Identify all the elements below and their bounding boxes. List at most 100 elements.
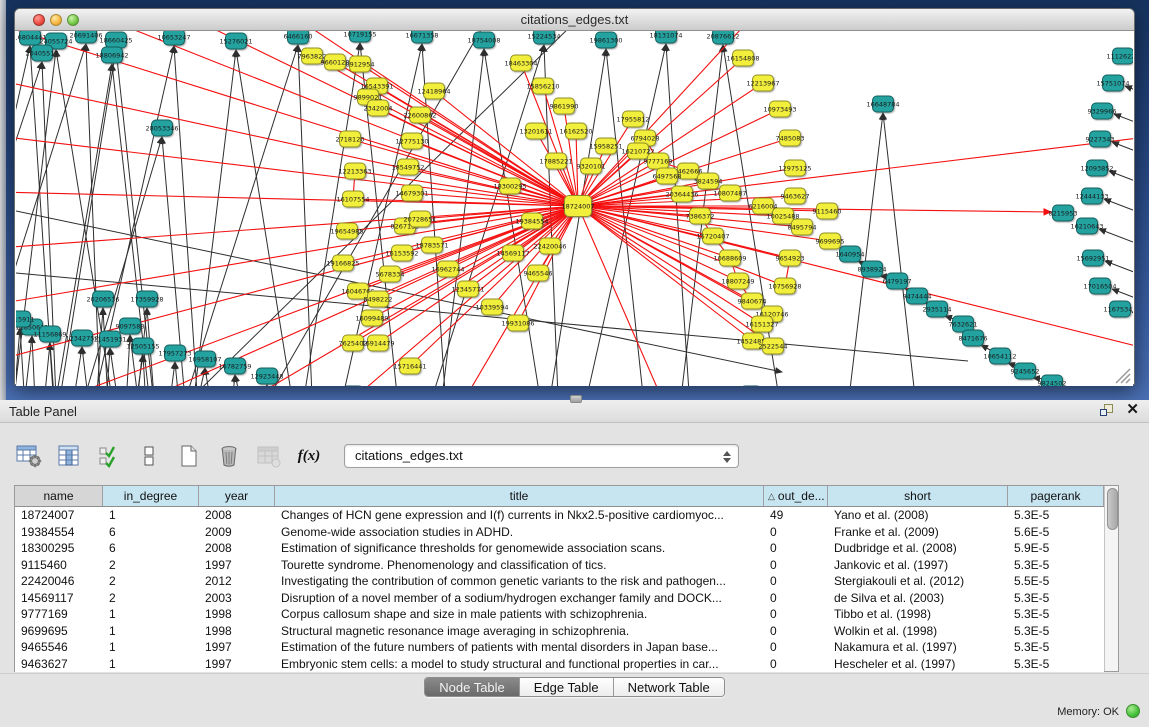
column-header-title[interactable]: title	[275, 486, 764, 506]
cell[interactable]: Jankovic et al. (1997)	[828, 557, 1008, 574]
graph-node[interactable]: 2522544	[759, 338, 788, 354]
cell[interactable]: 0	[764, 540, 828, 557]
graph-node[interactable]: 9777169	[644, 153, 673, 169]
cell[interactable]: de Silva et al. (2003)	[828, 590, 1008, 607]
graph-node[interactable]: 9465546	[524, 265, 553, 281]
tab-edge-table[interactable]: Edge Table	[520, 678, 614, 696]
cell[interactable]: 5.3E-5	[1008, 557, 1104, 574]
graph-node[interactable]: 8912954	[346, 56, 375, 72]
graph-node[interactable]: 2342004	[364, 100, 393, 116]
graph-node[interactable]: 16782759	[218, 358, 251, 374]
graph-node[interactable]: 9840674	[738, 293, 767, 309]
cell[interactable]: 2008	[199, 507, 275, 524]
cell[interactable]: 5.5E-5	[1008, 573, 1104, 590]
table-row[interactable]: 977716911998Corpus callosum shape and si…	[15, 606, 1104, 623]
cell[interactable]: 2003	[199, 590, 275, 607]
graph-node[interactable]: 20876612	[706, 31, 739, 44]
cell[interactable]: 2008	[199, 540, 275, 557]
table-row[interactable]: 946362711997Embryonic stem cells: a mode…	[15, 656, 1104, 673]
graph-node[interactable]: 15856210	[526, 78, 559, 94]
graph-node[interactable]: 17955812	[616, 111, 649, 127]
cell[interactable]: 49	[764, 507, 828, 524]
graph-node[interactable]: 10653247	[157, 31, 190, 45]
select-column-icon[interactable]	[54, 441, 84, 471]
cell[interactable]: 2	[103, 557, 199, 574]
table-scrollbar[interactable]	[1104, 486, 1118, 671]
graph-node[interactable]: 11126221	[1106, 48, 1133, 64]
cell[interactable]: Nakamura et al. (1997)	[828, 639, 1008, 656]
graph-node[interactable]: 9227343	[1086, 131, 1115, 147]
graph-node[interactable]: 8938924	[858, 261, 887, 277]
cell[interactable]: 1998	[199, 606, 275, 623]
graph-node[interactable]: 8471676	[959, 330, 988, 346]
graph-node[interactable]: 5678334	[376, 266, 405, 282]
cell[interactable]: 5.3E-5	[1008, 507, 1104, 524]
graph-node[interactable]: 9245652	[1011, 363, 1040, 379]
cell[interactable]: Estimation of the future numbers of pati…	[275, 639, 764, 656]
graph-node[interactable]: 19861300	[589, 32, 622, 48]
cell[interactable]: 2012	[199, 573, 275, 590]
cell[interactable]: 1	[103, 606, 199, 623]
cell[interactable]: 5.3E-5	[1008, 639, 1104, 656]
graph-node[interactable]: 10688609	[713, 250, 746, 266]
cell[interactable]: 0	[764, 590, 828, 607]
graph-node[interactable]: 9115460	[813, 203, 842, 219]
cell[interactable]: 2009	[199, 524, 275, 541]
network-view-window[interactable]: citations_edges.txt 16804441240557242069…	[14, 8, 1135, 385]
graph-node[interactable]: 19654985	[330, 223, 363, 239]
cell[interactable]: Structural magnetic resonance image aver…	[275, 623, 764, 640]
graph-node[interactable]: 16154808	[726, 50, 759, 66]
cell[interactable]: 2	[103, 590, 199, 607]
graph-node[interactable]: 16210643	[1070, 218, 1103, 234]
tab-network-table[interactable]: Network Table	[614, 678, 724, 696]
graph-node[interactable]: 9699695	[816, 233, 845, 249]
graph-node[interactable]: 9320101	[577, 158, 606, 174]
cell[interactable]: 5.6E-5	[1008, 524, 1104, 541]
graph-node[interactable]: 15224534	[527, 31, 560, 44]
cell[interactable]: 5.3E-5	[1008, 623, 1104, 640]
cell[interactable]: 0	[764, 573, 828, 590]
cell[interactable]: 19384554	[15, 524, 103, 541]
cell[interactable]: 2	[103, 573, 199, 590]
graph-node[interactable]: 10958107	[188, 351, 221, 367]
column-header-short[interactable]: short	[828, 486, 1008, 506]
graph-node[interactable]: 17885221	[539, 153, 572, 169]
graph-node[interactable]: 17957273	[158, 345, 191, 361]
cell[interactable]: 0	[764, 623, 828, 640]
checklist-icon[interactable]	[94, 441, 124, 471]
graph-node[interactable]: 6479197	[883, 273, 912, 289]
cell[interactable]: 1998	[199, 623, 275, 640]
table-row[interactable]: 2242004622012Investigating the contribut…	[15, 573, 1104, 590]
cell[interactable]: Tibbo et al. (1998)	[828, 606, 1008, 623]
graph-node[interactable]: 28053346	[145, 120, 178, 136]
graph-node[interactable]: 20691406	[69, 31, 102, 43]
graph-node[interactable]: 7485083	[776, 130, 805, 146]
new-document-icon[interactable]	[174, 441, 204, 471]
table-row[interactable]: 911546021997Tourette syndrome. Phenomeno…	[15, 557, 1104, 574]
graph-node[interactable]: 18754008	[467, 32, 500, 48]
graph-node[interactable]: 19166825	[326, 255, 359, 271]
graph-node[interactable]: 15276021	[219, 33, 252, 49]
graph-node[interactable]: 9463627	[781, 188, 810, 204]
graph-node[interactable]: 1640954	[836, 246, 865, 262]
cell[interactable]: 0	[764, 524, 828, 541]
graph-node[interactable]: 16153592	[385, 245, 418, 261]
graph-node[interactable]: 18131074	[649, 31, 682, 43]
cell[interactable]: Yano et al. (2008)	[828, 507, 1008, 524]
table-row[interactable]: 1456911722003Disruption of a novel membe…	[15, 590, 1104, 607]
graph-node[interactable]: 12213363	[338, 163, 371, 179]
graph-node[interactable]: 18724007	[561, 196, 594, 217]
rows-icon[interactable]	[134, 441, 164, 471]
cell[interactable]: 0	[764, 656, 828, 673]
cell[interactable]: 1	[103, 639, 199, 656]
graph-node[interactable]: 18783571	[415, 237, 448, 253]
graph-node[interactable]: 16099489	[355, 310, 388, 326]
graph-node[interactable]: 9474444	[903, 288, 932, 304]
graph-node[interactable]: 3824594	[694, 173, 723, 189]
graph-node[interactable]: 16914479	[361, 335, 394, 351]
cell[interactable]: 6	[103, 540, 199, 557]
cell[interactable]: 9777169	[15, 606, 103, 623]
graph-node[interactable]: 22600862	[403, 107, 436, 123]
cell[interactable]: Changes of HCN gene expression and I(f) …	[275, 507, 764, 524]
graph-node[interactable]: 15751074	[1096, 75, 1129, 91]
